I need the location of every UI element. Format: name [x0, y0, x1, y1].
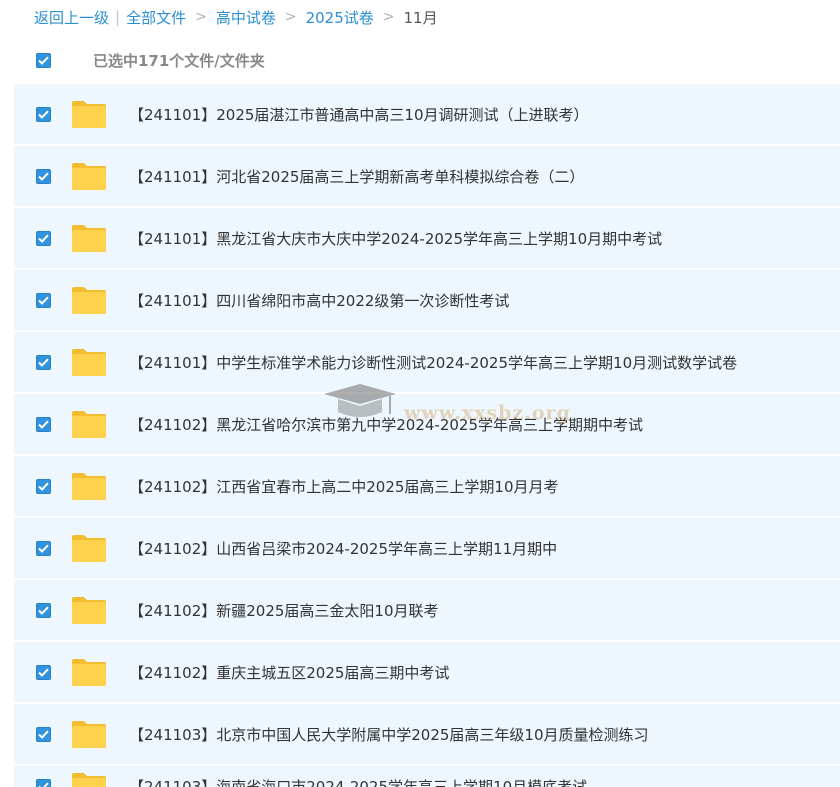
- file-name[interactable]: 【241102】山西省吕梁市2024-2025学年高三上学期11月期中: [129, 538, 557, 559]
- row-checkbox[interactable]: [36, 354, 51, 370]
- breadcrumb-high-school-papers[interactable]: 高中试卷: [216, 7, 276, 28]
- file-name[interactable]: 【241103】北京市中国人民大学附属中学2025届高三年级10月质量检测练习: [129, 724, 649, 745]
- row-checkbox[interactable]: [36, 292, 51, 308]
- list-item[interactable]: 【241101】2025届湛江市普通高中高三10月调研测试（上进联考）: [14, 84, 840, 146]
- select-all-checkbox[interactable]: [36, 52, 51, 68]
- checkmark-icon: [38, 482, 49, 491]
- folder-icon: [71, 595, 107, 625]
- file-name[interactable]: 【241102】重庆主城五区2025届高三期中考试: [129, 662, 449, 683]
- file-name[interactable]: 【241101】四川省绵阳市高中2022级第一次诊断性考试: [129, 290, 509, 311]
- folder-icon: [71, 347, 107, 377]
- file-name[interactable]: 【241101】2025届湛江市普通高中高三10月调研测试（上进联考）: [129, 104, 589, 125]
- row-checkbox[interactable]: [36, 416, 51, 432]
- checkmark-icon: [38, 234, 49, 243]
- folder-icon: [71, 223, 107, 253]
- folder-icon: [71, 285, 107, 315]
- checkmark-icon: [38, 606, 49, 615]
- list-item[interactable]: 【241103】海南省海口市2024-2025学年高三上学期10月模底考试: [14, 766, 840, 787]
- back-link[interactable]: 返回上一级: [34, 7, 109, 28]
- row-checkbox[interactable]: [36, 168, 51, 184]
- row-checkbox[interactable]: [36, 540, 51, 556]
- list-item[interactable]: 【241102】黑龙江省哈尔滨市第九中学2024-2025学年高三上学期期中考试: [14, 394, 840, 456]
- folder-icon: [71, 99, 107, 129]
- folder-icon: [71, 409, 107, 439]
- file-name[interactable]: 【241101】河北省2025届高三上学期新高考单科模拟综合卷（二）: [129, 166, 584, 187]
- checkmark-icon: [38, 668, 49, 677]
- selection-count: 已选中171个文件/文件夹: [93, 51, 265, 70]
- row-checkbox[interactable]: [36, 602, 51, 618]
- list-item[interactable]: 【241102】江西省宜春市上高二中2025届高三上学期10月月考: [14, 456, 840, 518]
- breadcrumb-arrow: >: [195, 9, 207, 25]
- row-checkbox[interactable]: [36, 778, 51, 787]
- checkmark-icon: [38, 544, 49, 553]
- breadcrumb: 返回上一级 | 全部文件 > 高中试卷 > 2025试卷 > 11月: [34, 0, 438, 34]
- list-item[interactable]: 【241101】中学生标准学术能力诊断性测试2024-2025学年高三上学期10…: [14, 332, 840, 394]
- checkmark-icon: [38, 172, 49, 181]
- folder-icon: [71, 719, 107, 749]
- folder-icon: [71, 161, 107, 191]
- file-name[interactable]: 【241102】黑龙江省哈尔滨市第九中学2024-2025学年高三上学期期中考试: [129, 414, 643, 435]
- list-item[interactable]: 【241102】重庆主城五区2025届高三期中考试: [14, 642, 840, 704]
- breadcrumb-arrow: >: [284, 9, 297, 25]
- list-item[interactable]: 【241101】河北省2025届高三上学期新高考单科模拟综合卷（二）: [14, 146, 840, 208]
- checkmark-icon: [38, 296, 49, 305]
- list-item[interactable]: 【241101】黑龙江省大庆市大庆中学2024-2025学年高三上学期10月期中…: [14, 208, 840, 270]
- breadcrumb-2025-papers[interactable]: 2025试卷: [306, 7, 374, 28]
- checkmark-icon: [38, 358, 49, 367]
- file-browser: 返回上一级 | 全部文件 > 高中试卷 > 2025试卷 > 11月 已选中17…: [0, 0, 840, 787]
- file-name[interactable]: 【241101】中学生标准学术能力诊断性测试2024-2025学年高三上学期10…: [129, 352, 737, 373]
- file-name[interactable]: 【241102】江西省宜春市上高二中2025届高三上学期10月月考: [129, 476, 559, 497]
- list-item[interactable]: 【241102】山西省吕梁市2024-2025学年高三上学期11月期中: [14, 518, 840, 580]
- row-checkbox[interactable]: [36, 664, 51, 680]
- row-checkbox[interactable]: [36, 726, 51, 742]
- list-item[interactable]: 【241101】四川省绵阳市高中2022级第一次诊断性考试: [14, 270, 840, 332]
- checkmark-icon: [38, 782, 49, 787]
- breadcrumb-divider: |: [115, 8, 121, 26]
- folder-icon: [71, 771, 107, 787]
- file-name[interactable]: 【241102】新疆2025届高三金太阳10月联考: [129, 600, 439, 621]
- breadcrumb-current: 11月: [403, 8, 438, 27]
- checkmark-icon: [38, 420, 49, 429]
- breadcrumb-arrow: >: [382, 9, 395, 25]
- list-header: 已选中171个文件/文件夹: [14, 36, 840, 85]
- checkmark-icon: [38, 56, 49, 65]
- row-checkbox[interactable]: [36, 478, 51, 494]
- checkmark-icon: [38, 730, 49, 739]
- list-item[interactable]: 【241102】新疆2025届高三金太阳10月联考: [14, 580, 840, 642]
- row-checkbox[interactable]: [36, 230, 51, 246]
- file-name[interactable]: 【241101】黑龙江省大庆市大庆中学2024-2025学年高三上学期10月期中…: [129, 228, 662, 249]
- file-name[interactable]: 【241103】海南省海口市2024-2025学年高三上学期10月模底考试: [129, 776, 587, 787]
- folder-icon: [71, 471, 107, 501]
- file-list: 【241101】2025届湛江市普通高中高三10月调研测试（上进联考） 【2411…: [14, 84, 840, 787]
- folder-icon: [71, 533, 107, 563]
- list-item[interactable]: 【241103】北京市中国人民大学附属中学2025届高三年级10月质量检测练习: [14, 704, 840, 766]
- checkmark-icon: [38, 110, 49, 119]
- folder-icon: [71, 657, 107, 687]
- row-checkbox[interactable]: [36, 106, 51, 122]
- breadcrumb-all-files[interactable]: 全部文件: [126, 7, 186, 28]
